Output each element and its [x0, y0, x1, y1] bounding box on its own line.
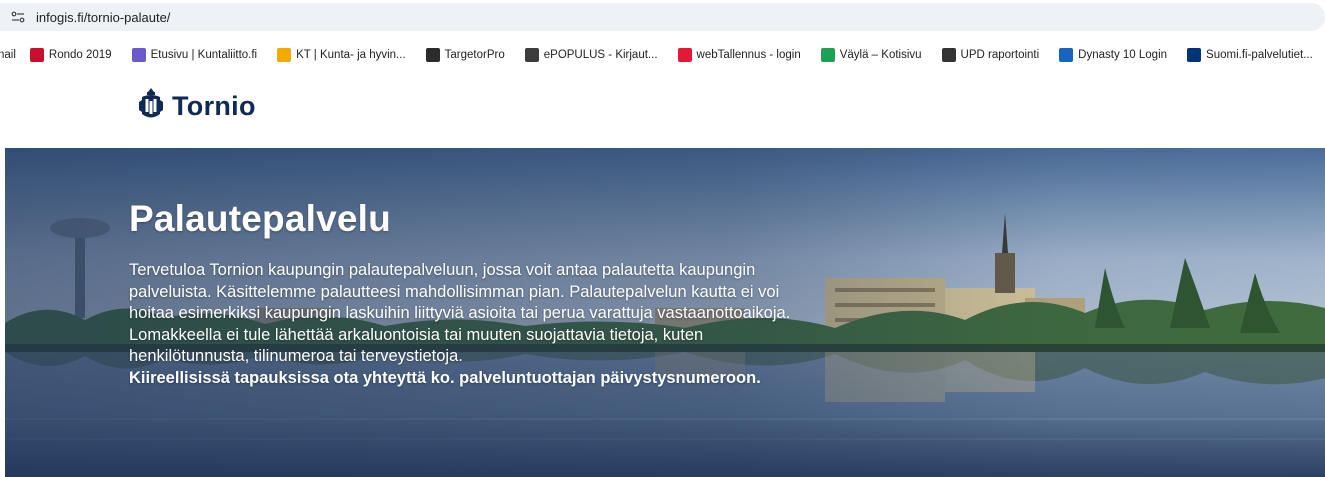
bookmark-label: Dynasty 10 Login: [1078, 49, 1168, 61]
tornio-crest-icon: [136, 87, 166, 126]
page-title: Palautepalvelu: [129, 198, 391, 239]
bookmark-label: KT | Kunta- ja hyvin...: [296, 49, 406, 61]
bookmark-label: webTallennus - login: [696, 49, 801, 61]
dynasty-icon: [1059, 48, 1074, 62]
bookmark-item[interactable]: webTallennus - login: [677, 48, 801, 62]
bookmark-item[interactable]: Väylä – Kotisivu: [820, 48, 922, 62]
intro-line: Tervetuloa Tornion kaupungin palautepalv…: [129, 261, 756, 279]
urgent-notice: Kiireellisissä tapauksissa ota yhteyttä …: [129, 368, 761, 387]
kuntaliitto-icon: [131, 48, 146, 62]
cgi-icon: [677, 48, 692, 62]
bookmark-item[interactable]: ePOPULUS - Kirjaut...: [524, 48, 658, 62]
hero-banner: Palautepalvelu Tervetuloa Tornion kaupun…: [5, 148, 1325, 477]
intro-line: hoitaa esimerkiksi kaupungin laskuihin l…: [129, 304, 791, 322]
kt-icon: [277, 48, 292, 62]
bookmark-item[interactable]: nail: [0, 49, 16, 61]
bookmark-item[interactable]: Rondo 2019: [29, 48, 112, 62]
vayla-icon: [820, 48, 835, 62]
targetor-icon: [425, 48, 440, 62]
url-text[interactable]: infogis.fi/tornio-palaute/: [36, 10, 170, 25]
bookmark-label: nail: [0, 49, 16, 61]
omnibox[interactable]: infogis.fi/tornio-palaute/: [0, 3, 1325, 31]
site-header: Tornio: [0, 75, 1325, 147]
intro-line: palveluista. Käsittelemme palautteesi ma…: [129, 282, 780, 301]
hero-intro-text: Tervetuloa Tornion kaupungin palautepalv…: [129, 260, 889, 389]
site-logo[interactable]: Tornio: [136, 87, 256, 126]
bookmark-item[interactable]: Suomi.fi-palvelutiet...: [1187, 48, 1313, 62]
bookmark-item[interactable]: Dynasty 10 Login: [1059, 48, 1167, 62]
bookmark-label: TargetorPro: [444, 49, 505, 61]
globe-icon: [524, 48, 539, 62]
bookmark-label: Suomi.fi-palvelutiet...: [1206, 49, 1313, 61]
bookmark-item[interactable]: UPD raportointi: [941, 48, 1040, 62]
rondo-icon: [29, 48, 44, 62]
bookmarks-bar: nail Rondo 2019 Etusivu | Kuntaliitto.fi KT…: [0, 40, 1325, 70]
address-bar: infogis.fi/tornio-palaute/: [0, 0, 1325, 34]
intro-line: henkilötunnusta, tilinumeroa tai terveys…: [129, 347, 463, 365]
logo-text: Tornio: [172, 91, 256, 121]
intro-line: Lomakkeella ei tule lähettää arkaluontoi…: [129, 325, 704, 344]
bookmark-item[interactable]: KT | Kunta- ja hyvin...: [277, 48, 406, 62]
bookmark-label: Rondo 2019: [48, 49, 112, 61]
chart-icon: [941, 48, 956, 62]
site-info-icon[interactable]: [4, 3, 32, 31]
bookmark-item[interactable]: TargetorPro: [425, 48, 505, 62]
bookmark-label: ePOPULUS - Kirjaut...: [543, 49, 658, 61]
suomifi-icon: [1187, 48, 1202, 62]
bookmark-label: Etusivu | Kuntaliitto.fi: [150, 49, 258, 61]
bookmark-item[interactable]: Etusivu | Kuntaliitto.fi: [131, 48, 258, 62]
bookmark-label: UPD raportointi: [960, 49, 1040, 61]
bookmark-label: Väylä – Kotisivu: [839, 49, 922, 61]
